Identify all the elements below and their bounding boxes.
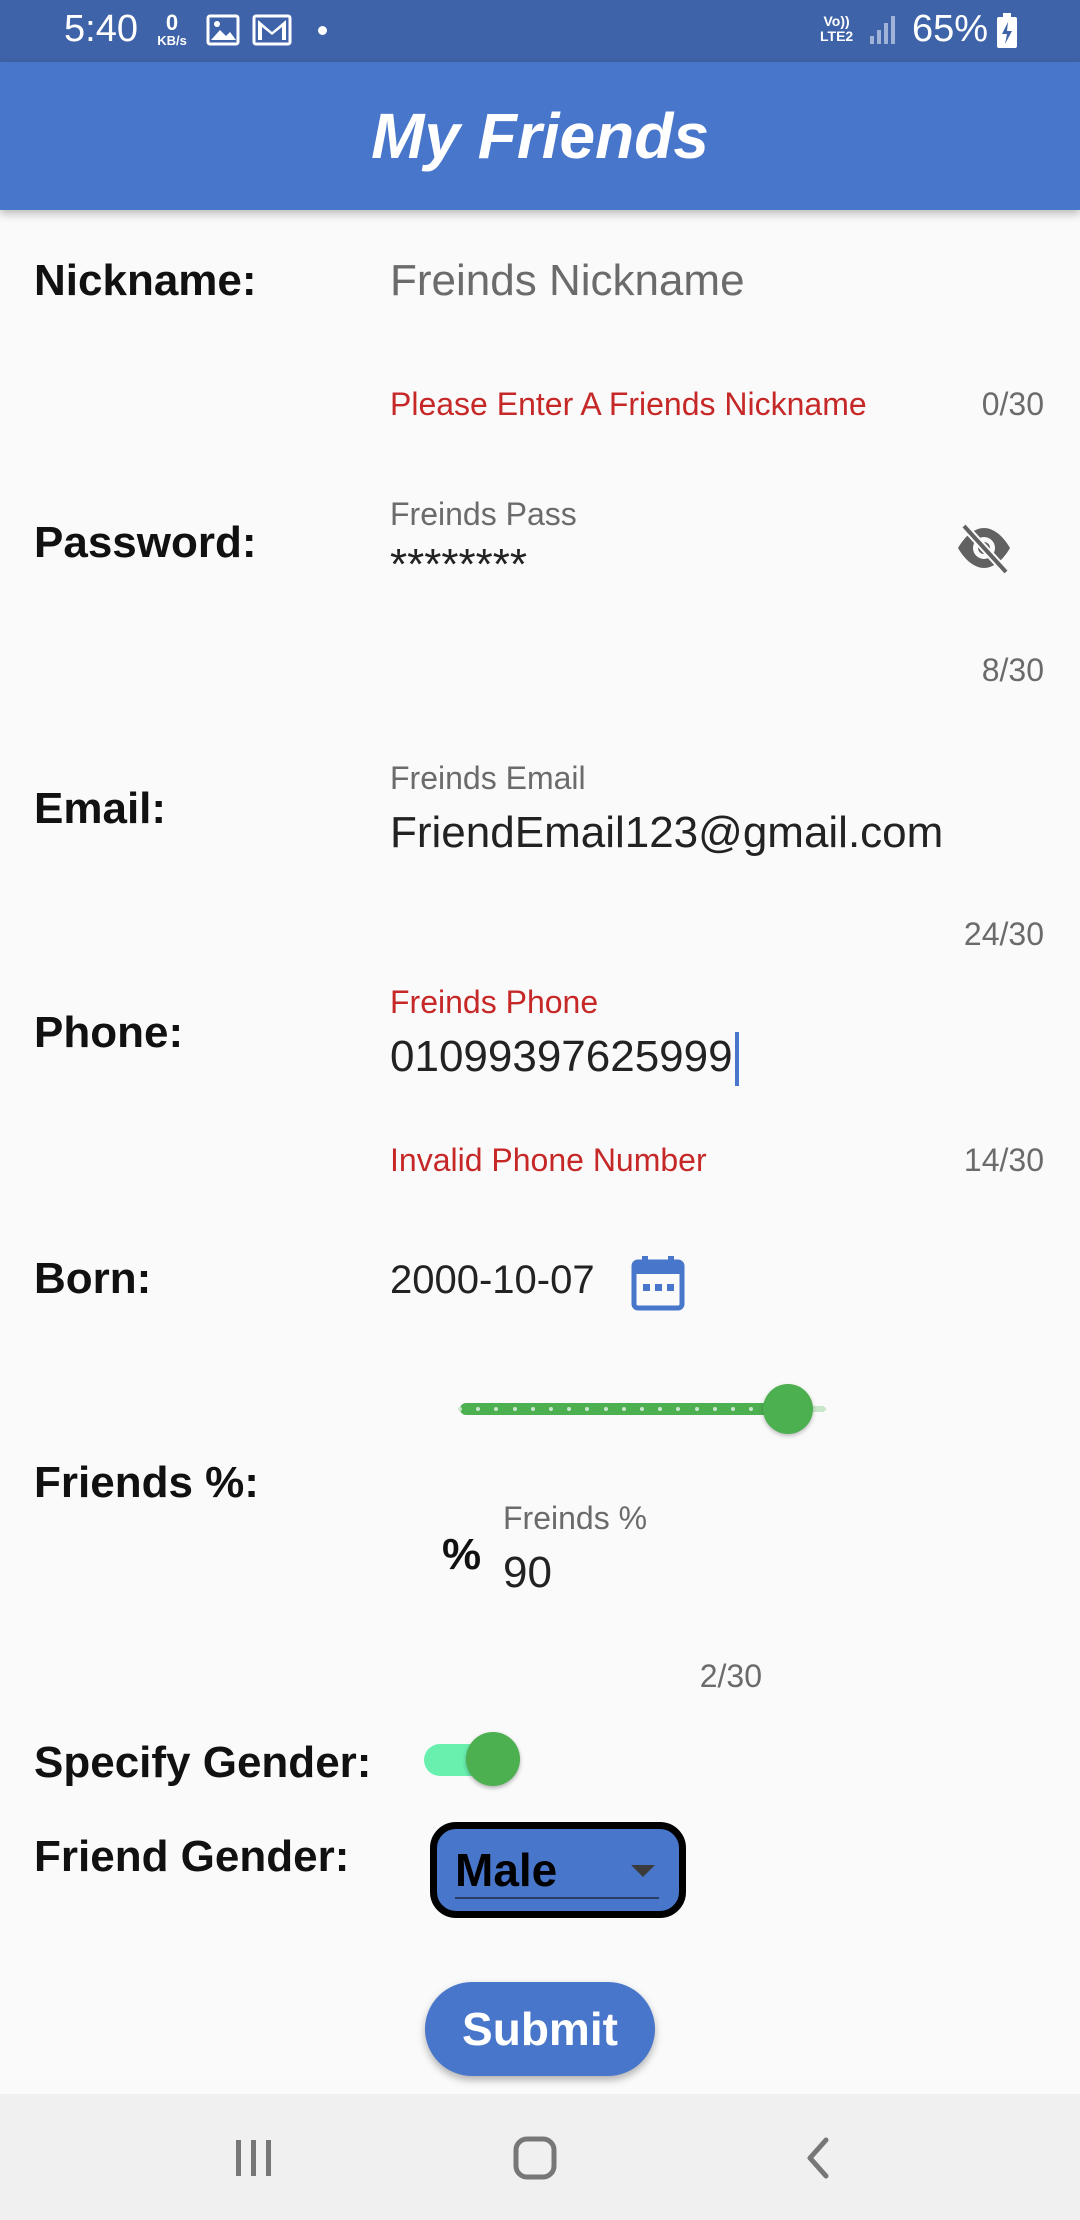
home-button[interactable] xyxy=(455,2094,615,2220)
battery-charging-icon xyxy=(996,13,1018,54)
slider-tick xyxy=(712,1407,717,1411)
switch-thumb xyxy=(466,1732,520,1786)
recents-button[interactable] xyxy=(174,2094,334,2220)
submit-button[interactable]: Submit xyxy=(425,1982,655,2076)
slider-tick xyxy=(603,1407,608,1411)
specify-gender-switch[interactable] xyxy=(424,1732,520,1786)
gender-selected: Male xyxy=(455,1844,558,1896)
net-speed-unit: KB/s xyxy=(157,33,187,48)
slider-tick xyxy=(549,1407,553,1411)
volte-indicator: Vo)) LTE2 xyxy=(820,14,853,43)
slider-tick xyxy=(640,1407,644,1411)
volte-line2: LTE2 xyxy=(820,27,854,44)
password-counter: 8/30 xyxy=(981,652,1044,688)
slider-tick xyxy=(530,1407,535,1411)
notification-dot-icon xyxy=(318,26,327,35)
slider-thumb[interactable] xyxy=(762,1384,813,1434)
home-icon xyxy=(513,2136,557,2180)
back-button[interactable] xyxy=(736,2094,896,2220)
screen: 5:40 0 KB/s Vo)) LTE2 65% My Friends Nic… xyxy=(0,0,1080,2220)
net-speed-value: 0 xyxy=(165,10,179,35)
password-label: Password: xyxy=(34,518,257,567)
phone-counter: 14/30 xyxy=(963,1142,1044,1178)
friends-percent-input[interactable]: 90 xyxy=(503,1548,552,1598)
email-label: Email: xyxy=(34,784,167,833)
nickname-counter: 0/30 xyxy=(981,386,1044,422)
app-title: My Friends xyxy=(371,100,709,172)
slider-tick xyxy=(512,1407,517,1411)
battery-percent: 65% xyxy=(912,8,989,50)
password-input[interactable]: ******** xyxy=(390,540,527,590)
back-icon xyxy=(807,2137,829,2179)
nickname-error: Please Enter A Friends Nickname xyxy=(390,386,867,422)
specify-gender-label: Specify Gender: xyxy=(34,1738,372,1787)
slider-tick xyxy=(458,1407,462,1411)
net-speed: 0 KB/s xyxy=(152,10,192,48)
phone-label: Phone: xyxy=(34,1008,184,1057)
arrow-drop-down-icon xyxy=(629,1863,657,1884)
gender-dropdown[interactable]: Male xyxy=(430,1822,686,1918)
recents-icon xyxy=(236,2140,271,2176)
email-input[interactable]: FriendEmail123@gmail.com xyxy=(390,808,943,858)
calendar-icon[interactable] xyxy=(630,1254,686,1317)
friends-percent-field-label: Freinds % xyxy=(503,1500,648,1536)
email-field-label: Freinds Email xyxy=(390,760,586,796)
phone-field-label: Freinds Phone xyxy=(390,984,599,1020)
password-field-label: Freinds Pass xyxy=(390,496,577,532)
status-time: 5:40 xyxy=(64,8,138,50)
born-date: 2000-10-07 xyxy=(390,1258,595,1302)
nickname-input[interactable]: Freinds Nickname xyxy=(390,256,745,306)
friends-percent-counter: 2/30 xyxy=(699,1658,762,1694)
slider-tick xyxy=(731,1407,735,1411)
born-label: Born: xyxy=(34,1254,152,1303)
signal-icon xyxy=(868,14,898,51)
app-bar: My Friends xyxy=(0,62,1080,210)
friend-gender-label: Friend Gender: xyxy=(34,1832,350,1881)
nickname-label: Nickname: xyxy=(34,256,257,305)
gmail-icon xyxy=(252,14,292,51)
dropdown-underline xyxy=(455,1897,659,1899)
friends-percent-label: Friends %: xyxy=(34,1458,259,1507)
visibility-off-icon[interactable] xyxy=(954,520,1014,581)
percent-prefix: % xyxy=(442,1530,482,1579)
gallery-icon xyxy=(206,14,240,51)
phone-value: 01099397625999 xyxy=(390,1032,733,1081)
phone-error: Invalid Phone Number xyxy=(390,1142,707,1178)
volte-line1: Vo)) xyxy=(823,13,850,29)
status-bar: 5:40 0 KB/s Vo)) LTE2 65% xyxy=(0,0,1080,62)
phone-input[interactable]: 01099397625999 xyxy=(390,1032,739,1087)
friends-percent-slider[interactable] xyxy=(452,1384,832,1434)
email-counter: 24/30 xyxy=(963,916,1044,952)
system-nav-bar xyxy=(0,2094,1080,2220)
slider-tick xyxy=(822,1407,826,1411)
text-cursor xyxy=(734,1032,739,1087)
slider-tick xyxy=(621,1407,626,1411)
slider-tick xyxy=(694,1407,699,1411)
